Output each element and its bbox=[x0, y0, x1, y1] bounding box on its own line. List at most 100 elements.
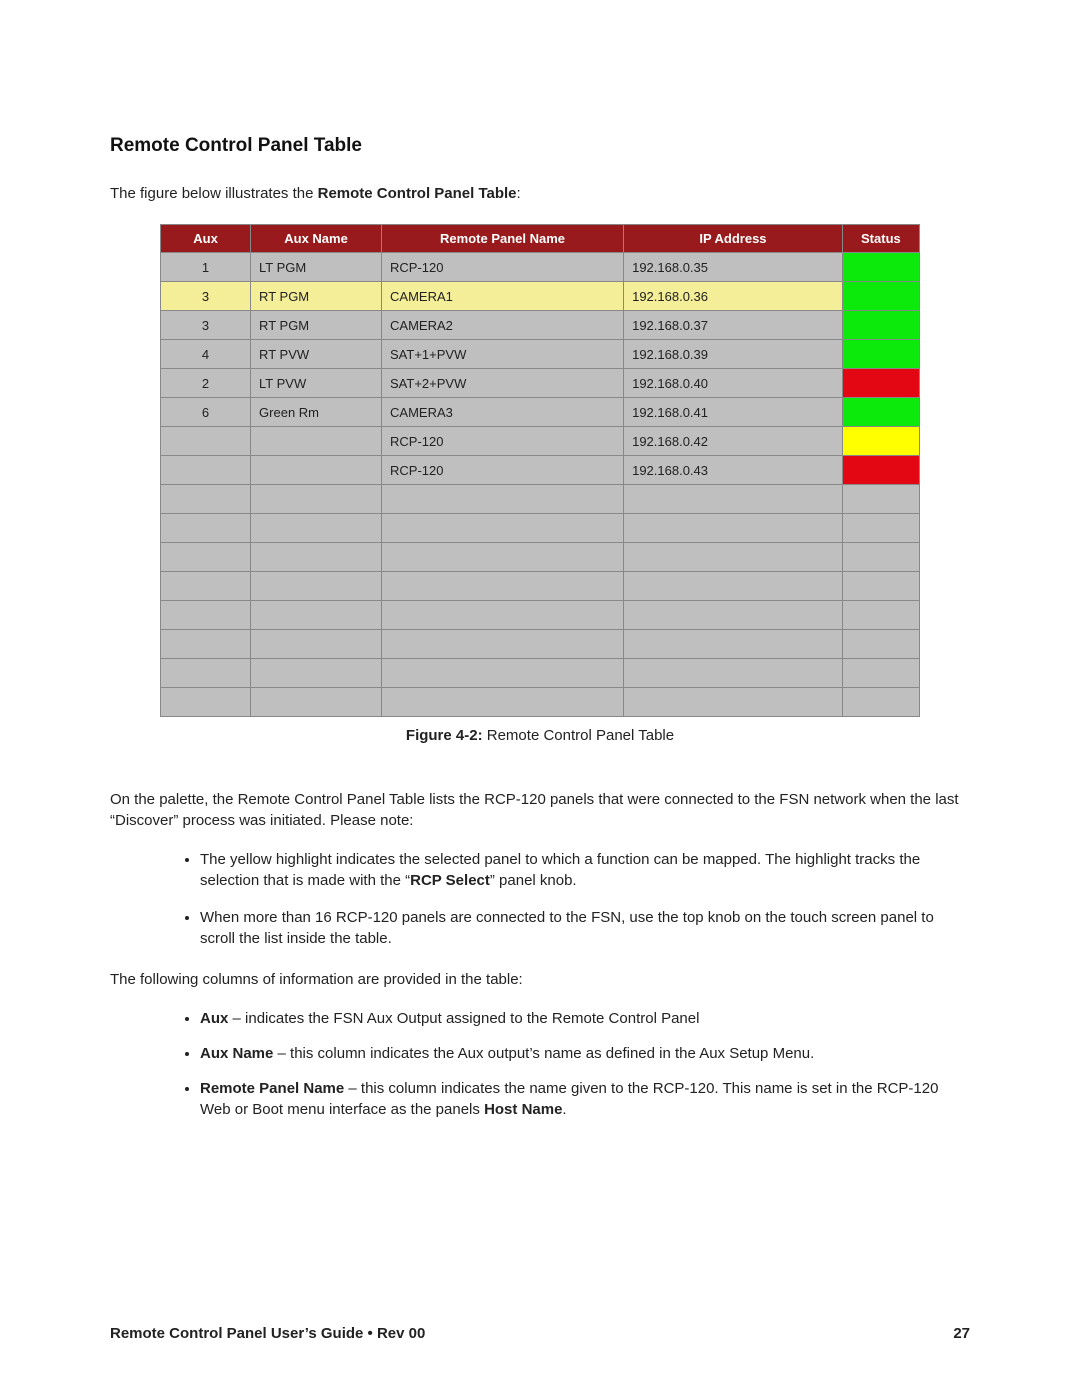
table-row: 4RT PVWSAT+1+PVW192.168.0.39 bbox=[161, 340, 920, 369]
col-header-panel: Remote Panel Name bbox=[382, 225, 624, 253]
cell-auxname bbox=[251, 572, 382, 601]
paragraph-1: On the palette, the Remote Control Panel… bbox=[110, 789, 970, 831]
table-row: 1LT PGMRCP-120192.168.0.35 bbox=[161, 253, 920, 282]
cell-auxname bbox=[251, 427, 382, 456]
table-body: 1LT PGMRCP-120192.168.0.353RT PGMCAMERA1… bbox=[161, 253, 920, 717]
cell-status bbox=[842, 398, 919, 427]
cell-aux: 2 bbox=[161, 369, 251, 398]
cell-ip bbox=[624, 630, 843, 659]
cell-auxname: RT PGM bbox=[251, 311, 382, 340]
cell-aux: 3 bbox=[161, 311, 251, 340]
document-page: Remote Control Panel Table The figure be… bbox=[0, 0, 1080, 1397]
figure-caption-label: Figure 4-2: bbox=[406, 727, 483, 744]
cell-auxname bbox=[251, 514, 382, 543]
cell-status bbox=[842, 630, 919, 659]
cell-status bbox=[842, 427, 919, 456]
footer-right: 27 bbox=[953, 1325, 970, 1342]
list-item: Remote Panel Name – this column indicate… bbox=[200, 1078, 970, 1120]
table-row: 6Green RmCAMERA3192.168.0.41 bbox=[161, 398, 920, 427]
cell-aux bbox=[161, 456, 251, 485]
cell-aux bbox=[161, 630, 251, 659]
intro-text-pre: The figure below illustrates the bbox=[110, 185, 318, 202]
table-row: RCP-120192.168.0.42 bbox=[161, 427, 920, 456]
cell-ip: 192.168.0.42 bbox=[624, 427, 843, 456]
list-item: When more than 16 RCP-120 panels are con… bbox=[200, 907, 970, 949]
cell-ip bbox=[624, 659, 843, 688]
table-row bbox=[161, 601, 920, 630]
cell-aux: 6 bbox=[161, 398, 251, 427]
list-item: The yellow highlight indicates the selec… bbox=[200, 849, 970, 891]
cell-status bbox=[842, 311, 919, 340]
table-row: RCP-120192.168.0.43 bbox=[161, 456, 920, 485]
cell-panel bbox=[382, 601, 624, 630]
cell-status bbox=[842, 543, 919, 572]
list-item-bold: Remote Panel Name bbox=[200, 1080, 344, 1097]
cell-auxname bbox=[251, 456, 382, 485]
cell-aux bbox=[161, 601, 251, 630]
cell-ip: 192.168.0.41 bbox=[624, 398, 843, 427]
list-item-text: When more than 16 RCP-120 panels are con… bbox=[200, 909, 934, 947]
cell-status bbox=[842, 253, 919, 282]
cell-ip: 192.168.0.39 bbox=[624, 340, 843, 369]
cell-ip bbox=[624, 485, 843, 514]
cell-auxname: LT PVW bbox=[251, 369, 382, 398]
cell-status bbox=[842, 485, 919, 514]
rcp-table: Aux Aux Name Remote Panel Name IP Addres… bbox=[160, 224, 920, 717]
table-row bbox=[161, 543, 920, 572]
cell-aux bbox=[161, 659, 251, 688]
cell-auxname: Green Rm bbox=[251, 398, 382, 427]
cell-status bbox=[842, 601, 919, 630]
list-item-bold: Aux Name bbox=[200, 1045, 273, 1062]
cell-panel bbox=[382, 630, 624, 659]
cell-panel: CAMERA2 bbox=[382, 311, 624, 340]
cell-ip: 192.168.0.40 bbox=[624, 369, 843, 398]
cell-auxname bbox=[251, 630, 382, 659]
cell-auxname bbox=[251, 543, 382, 572]
table-row: 2LT PVWSAT+2+PVW192.168.0.40 bbox=[161, 369, 920, 398]
cell-ip bbox=[624, 543, 843, 572]
col-header-aux: Aux bbox=[161, 225, 251, 253]
list-item-text: . bbox=[562, 1101, 566, 1118]
cell-ip bbox=[624, 572, 843, 601]
page-footer: Remote Control Panel User’s Guide • Rev … bbox=[110, 1325, 970, 1342]
cell-status bbox=[842, 514, 919, 543]
table-row bbox=[161, 572, 920, 601]
cell-panel bbox=[382, 485, 624, 514]
cell-panel bbox=[382, 688, 624, 717]
cell-status bbox=[842, 456, 919, 485]
cell-auxname bbox=[251, 659, 382, 688]
footer-left: Remote Control Panel User’s Guide • Rev … bbox=[110, 1325, 425, 1342]
table-row bbox=[161, 630, 920, 659]
cell-panel: CAMERA1 bbox=[382, 282, 624, 311]
col-header-status: Status bbox=[842, 225, 919, 253]
table-row bbox=[161, 514, 920, 543]
list-item-bold: RCP Select bbox=[410, 872, 490, 889]
cell-aux bbox=[161, 572, 251, 601]
cell-aux bbox=[161, 688, 251, 717]
cell-aux: 4 bbox=[161, 340, 251, 369]
cell-panel: RCP-120 bbox=[382, 456, 624, 485]
list-item-bold: Host Name bbox=[484, 1101, 562, 1118]
cell-ip: 192.168.0.43 bbox=[624, 456, 843, 485]
cell-aux: 1 bbox=[161, 253, 251, 282]
cell-auxname bbox=[251, 688, 382, 717]
figure-caption-text: Remote Control Panel Table bbox=[483, 727, 675, 744]
cell-aux bbox=[161, 543, 251, 572]
cell-ip: 192.168.0.36 bbox=[624, 282, 843, 311]
cell-ip: 192.168.0.37 bbox=[624, 311, 843, 340]
cell-ip bbox=[624, 514, 843, 543]
intro-paragraph: The figure below illustrates the Remote … bbox=[110, 185, 970, 202]
cell-panel bbox=[382, 659, 624, 688]
table-row bbox=[161, 485, 920, 514]
table-row: 3RT PGMCAMERA2192.168.0.37 bbox=[161, 311, 920, 340]
intro-text-bold: Remote Control Panel Table bbox=[318, 185, 517, 202]
cell-aux bbox=[161, 427, 251, 456]
cell-status bbox=[842, 340, 919, 369]
cell-panel: SAT+2+PVW bbox=[382, 369, 624, 398]
list-item-text: – this column indicates the Aux output’s… bbox=[273, 1045, 814, 1062]
cell-auxname bbox=[251, 601, 382, 630]
cell-auxname: LT PGM bbox=[251, 253, 382, 282]
table-row: 3RT PGMCAMERA1192.168.0.36 bbox=[161, 282, 920, 311]
cell-aux bbox=[161, 514, 251, 543]
cell-status bbox=[842, 572, 919, 601]
